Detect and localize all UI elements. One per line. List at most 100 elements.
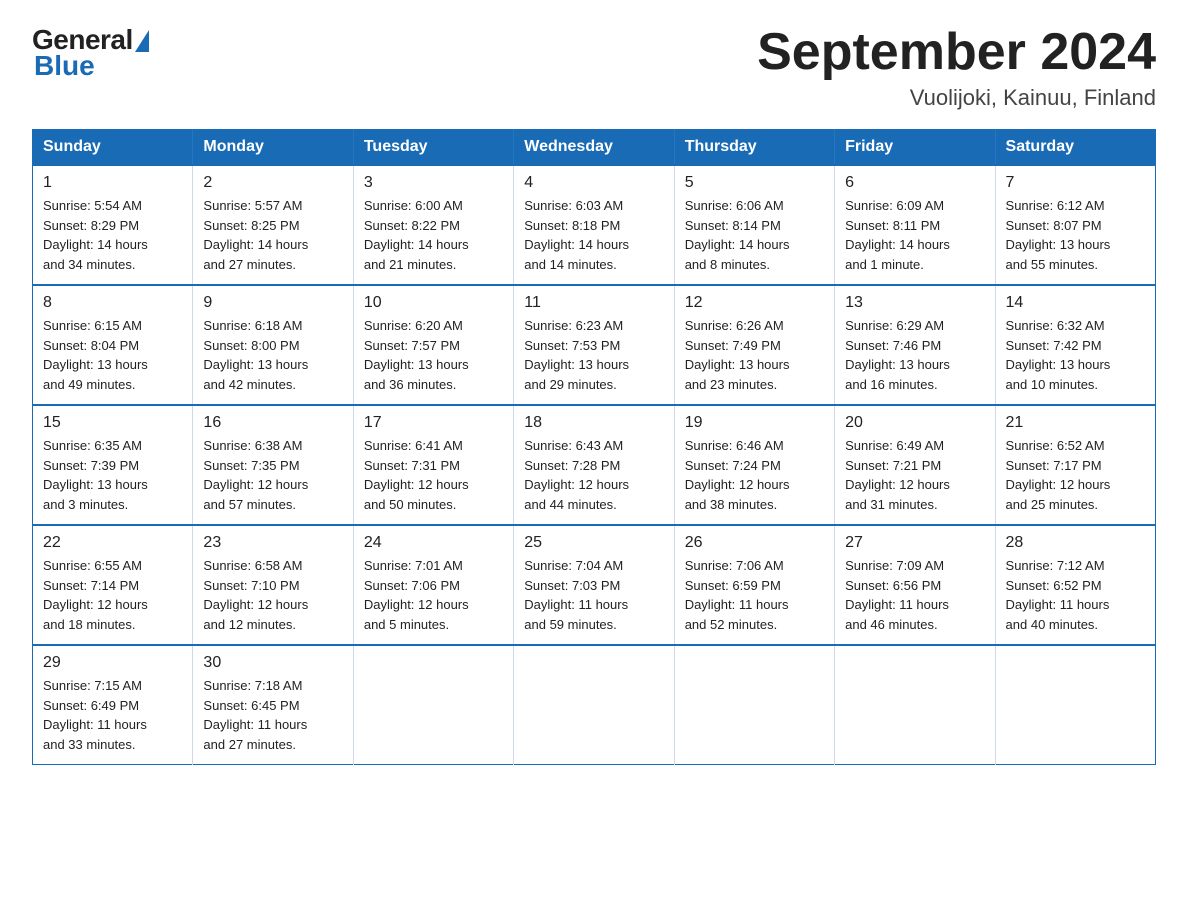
calendar-cell xyxy=(674,645,834,765)
calendar-cell: 30 Sunrise: 7:18 AMSunset: 6:45 PMDayligh… xyxy=(193,645,353,765)
calendar-cell xyxy=(353,645,513,765)
calendar-cell xyxy=(995,645,1155,765)
day-info: Sunrise: 5:57 AMSunset: 8:25 PMDaylight:… xyxy=(203,196,342,274)
calendar-cell: 24 Sunrise: 7:01 AMSunset: 7:06 PMDayligh… xyxy=(353,525,513,645)
day-info: Sunrise: 6:00 AMSunset: 8:22 PMDaylight:… xyxy=(364,196,503,274)
calendar-cell: 28Sunrise: 7:12 AMSunset: 6:52 PMDayligh… xyxy=(995,525,1155,645)
calendar-cell: 9 Sunrise: 6:18 AMSunset: 8:00 PMDaylight… xyxy=(193,285,353,405)
day-number: 9 xyxy=(203,294,342,312)
day-info: Sunrise: 6:32 AMSunset: 7:42 PMDaylight:… xyxy=(1006,316,1145,394)
weekday-header-row: SundayMondayTuesdayWednesdayThursdayFrid… xyxy=(33,130,1156,166)
day-info: Sunrise: 6:35 AMSunset: 7:39 PMDaylight:… xyxy=(43,436,182,514)
calendar-cell: 11Sunrise: 6:23 AMSunset: 7:53 PMDayligh… xyxy=(514,285,674,405)
calendar-cell: 18Sunrise: 6:43 AMSunset: 7:28 PMDayligh… xyxy=(514,405,674,525)
calendar-cell: 13 Sunrise: 6:29 AMSunset: 7:46 PMDayligh… xyxy=(835,285,995,405)
calendar-cell xyxy=(835,645,995,765)
day-info: Sunrise: 6:29 AMSunset: 7:46 PMDaylight:… xyxy=(845,316,984,394)
weekday-header-monday: Monday xyxy=(193,130,353,166)
logo: General Blue xyxy=(32,24,149,82)
calendar-cell: 23 Sunrise: 6:58 AMSunset: 7:10 PMDayligh… xyxy=(193,525,353,645)
calendar-week-3: 15 Sunrise: 6:35 AMSunset: 7:39 PMDayligh… xyxy=(33,405,1156,525)
calendar-cell: 8 Sunrise: 6:15 AMSunset: 8:04 PMDaylight… xyxy=(33,285,193,405)
calendar-week-2: 8 Sunrise: 6:15 AMSunset: 8:04 PMDaylight… xyxy=(33,285,1156,405)
day-info: Sunrise: 7:04 AMSunset: 7:03 PMDaylight:… xyxy=(524,556,663,634)
calendar-week-5: 29 Sunrise: 7:15 AMSunset: 6:49 PMDayligh… xyxy=(33,645,1156,765)
calendar-table: SundayMondayTuesdayWednesdayThursdayFrid… xyxy=(32,129,1156,765)
calendar-cell: 7 Sunrise: 6:12 AMSunset: 8:07 PMDaylight… xyxy=(995,165,1155,285)
day-number: 21 xyxy=(1006,414,1145,432)
calendar-cell: 14 Sunrise: 6:32 AMSunset: 7:42 PMDayligh… xyxy=(995,285,1155,405)
calendar-cell: 3 Sunrise: 6:00 AMSunset: 8:22 PMDaylight… xyxy=(353,165,513,285)
weekday-header-saturday: Saturday xyxy=(995,130,1155,166)
calendar-cell: 16 Sunrise: 6:38 AMSunset: 7:35 PMDayligh… xyxy=(193,405,353,525)
day-number: 24 xyxy=(364,534,503,552)
day-number: 19 xyxy=(685,414,824,432)
calendar-cell: 5 Sunrise: 6:06 AMSunset: 8:14 PMDaylight… xyxy=(674,165,834,285)
day-info: Sunrise: 6:38 AMSunset: 7:35 PMDaylight:… xyxy=(203,436,342,514)
day-number: 10 xyxy=(364,294,503,312)
day-info: Sunrise: 6:06 AMSunset: 8:14 PMDaylight:… xyxy=(685,196,824,274)
weekday-header-tuesday: Tuesday xyxy=(353,130,513,166)
calendar-cell: 12 Sunrise: 6:26 AMSunset: 7:49 PMDayligh… xyxy=(674,285,834,405)
calendar-cell: 10 Sunrise: 6:20 AMSunset: 7:57 PMDayligh… xyxy=(353,285,513,405)
day-info: Sunrise: 6:15 AMSunset: 8:04 PMDaylight:… xyxy=(43,316,182,394)
day-number: 8 xyxy=(43,294,182,312)
weekday-header-sunday: Sunday xyxy=(33,130,193,166)
weekday-header-friday: Friday xyxy=(835,130,995,166)
day-info: Sunrise: 7:15 AMSunset: 6:49 PMDaylight:… xyxy=(43,676,182,754)
day-number: 15 xyxy=(43,414,182,432)
day-info: Sunrise: 7:18 AMSunset: 6:45 PMDaylight:… xyxy=(203,676,342,754)
calendar-cell: 17Sunrise: 6:41 AMSunset: 7:31 PMDayligh… xyxy=(353,405,513,525)
day-number: 7 xyxy=(1006,174,1145,192)
day-number: 30 xyxy=(203,654,342,672)
day-info: Sunrise: 6:03 AMSunset: 8:18 PMDaylight:… xyxy=(524,196,663,274)
calendar-cell: 27 Sunrise: 7:09 AMSunset: 6:56 PMDayligh… xyxy=(835,525,995,645)
day-info: Sunrise: 7:01 AMSunset: 7:06 PMDaylight:… xyxy=(364,556,503,634)
day-info: Sunrise: 7:12 AMSunset: 6:52 PMDaylight:… xyxy=(1006,556,1145,634)
calendar-cell: 19 Sunrise: 6:46 AMSunset: 7:24 PMDayligh… xyxy=(674,405,834,525)
day-number: 1 xyxy=(43,174,182,192)
day-info: Sunrise: 6:12 AMSunset: 8:07 PMDaylight:… xyxy=(1006,196,1145,274)
day-info: Sunrise: 6:46 AMSunset: 7:24 PMDaylight:… xyxy=(685,436,824,514)
day-number: 3 xyxy=(364,174,503,192)
day-info: Sunrise: 6:23 AMSunset: 7:53 PMDaylight:… xyxy=(524,316,663,394)
day-number: 23 xyxy=(203,534,342,552)
day-info: Sunrise: 6:20 AMSunset: 7:57 PMDaylight:… xyxy=(364,316,503,394)
calendar-cell: 21Sunrise: 6:52 AMSunset: 7:17 PMDayligh… xyxy=(995,405,1155,525)
day-info: Sunrise: 7:09 AMSunset: 6:56 PMDaylight:… xyxy=(845,556,984,634)
calendar-cell: 15 Sunrise: 6:35 AMSunset: 7:39 PMDayligh… xyxy=(33,405,193,525)
calendar-cell: 6 Sunrise: 6:09 AMSunset: 8:11 PMDaylight… xyxy=(835,165,995,285)
day-number: 12 xyxy=(685,294,824,312)
day-number: 6 xyxy=(845,174,984,192)
calendar-cell: 4Sunrise: 6:03 AMSunset: 8:18 PMDaylight… xyxy=(514,165,674,285)
day-number: 29 xyxy=(43,654,182,672)
logo-blue: Blue xyxy=(34,50,95,82)
calendar-week-4: 22Sunrise: 6:55 AMSunset: 7:14 PMDayligh… xyxy=(33,525,1156,645)
calendar-cell: 22Sunrise: 6:55 AMSunset: 7:14 PMDayligh… xyxy=(33,525,193,645)
day-number: 20 xyxy=(845,414,984,432)
day-number: 13 xyxy=(845,294,984,312)
calendar-cell: 1Sunrise: 5:54 AMSunset: 8:29 PMDaylight… xyxy=(33,165,193,285)
day-number: 16 xyxy=(203,414,342,432)
header: General Blue September 2024 Vuolijoki, K… xyxy=(32,24,1156,111)
calendar-week-1: 1Sunrise: 5:54 AMSunset: 8:29 PMDaylight… xyxy=(33,165,1156,285)
day-info: Sunrise: 6:09 AMSunset: 8:11 PMDaylight:… xyxy=(845,196,984,274)
logo-triangle-icon xyxy=(135,30,149,52)
day-number: 5 xyxy=(685,174,824,192)
day-number: 26 xyxy=(685,534,824,552)
day-info: Sunrise: 6:58 AMSunset: 7:10 PMDaylight:… xyxy=(203,556,342,634)
day-info: Sunrise: 6:41 AMSunset: 7:31 PMDaylight:… xyxy=(364,436,503,514)
day-number: 27 xyxy=(845,534,984,552)
day-info: Sunrise: 6:26 AMSunset: 7:49 PMDaylight:… xyxy=(685,316,824,394)
title-block: September 2024 Vuolijoki, Kainuu, Finlan… xyxy=(757,24,1156,111)
location: Vuolijoki, Kainuu, Finland xyxy=(757,85,1156,111)
day-number: 25 xyxy=(524,534,663,552)
day-info: Sunrise: 6:49 AMSunset: 7:21 PMDaylight:… xyxy=(845,436,984,514)
day-number: 14 xyxy=(1006,294,1145,312)
weekday-header-wednesday: Wednesday xyxy=(514,130,674,166)
day-number: 22 xyxy=(43,534,182,552)
weekday-header-thursday: Thursday xyxy=(674,130,834,166)
calendar-cell: 2Sunrise: 5:57 AMSunset: 8:25 PMDaylight… xyxy=(193,165,353,285)
day-info: Sunrise: 6:18 AMSunset: 8:00 PMDaylight:… xyxy=(203,316,342,394)
page: General Blue September 2024 Vuolijoki, K… xyxy=(0,0,1188,789)
